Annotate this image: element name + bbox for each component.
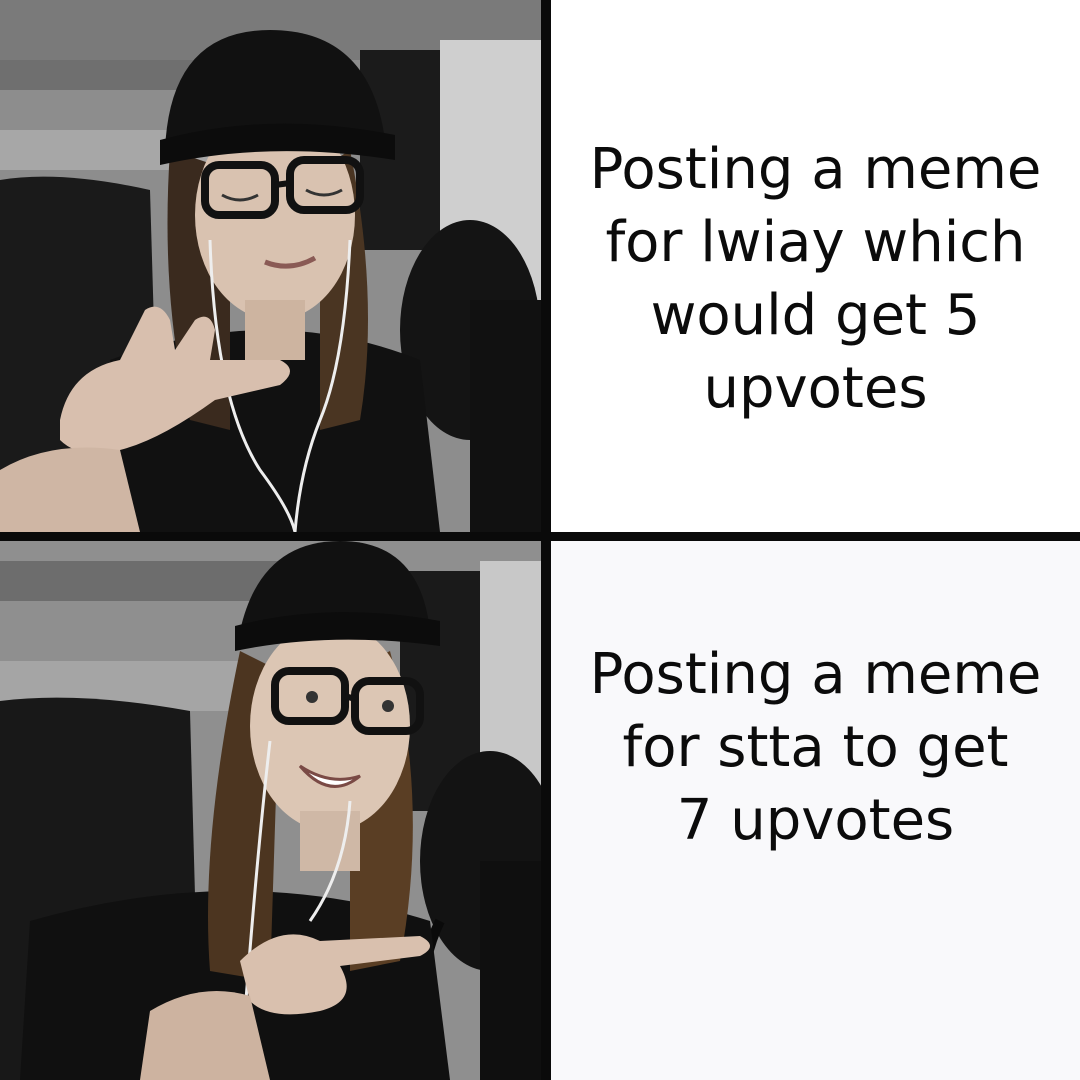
caption-bottom-line-2: for stta to get xyxy=(622,715,1009,780)
woman-rejecting-photo xyxy=(0,0,541,532)
caption-panel-top: Posting a meme for lwiay which would get… xyxy=(551,0,1080,532)
woman-rejecting-illustration xyxy=(0,0,541,532)
caption-top: Posting a meme for lwiay which would get… xyxy=(551,133,1080,425)
caption-panel-bottom: Posting a meme for stta to get 7 upvotes xyxy=(551,541,1080,1080)
caption-top-line-3: would get 5 xyxy=(650,283,981,348)
caption-bottom: Posting a meme for stta to get 7 upvotes xyxy=(551,638,1080,857)
caption-top-line-4: upvotes xyxy=(703,356,928,421)
caption-top-line-1: Posting a meme xyxy=(589,137,1042,202)
caption-bottom-line-3: 7 upvotes xyxy=(676,788,955,853)
caption-bottom-line-1: Posting a meme xyxy=(589,642,1042,707)
woman-pointing-photo xyxy=(0,541,541,1080)
woman-pointing-illustration xyxy=(0,541,541,1080)
meme-image: Posting a meme for lwiay which would get… xyxy=(0,0,1080,1080)
caption-top-line-2: for lwiay which xyxy=(605,210,1026,275)
